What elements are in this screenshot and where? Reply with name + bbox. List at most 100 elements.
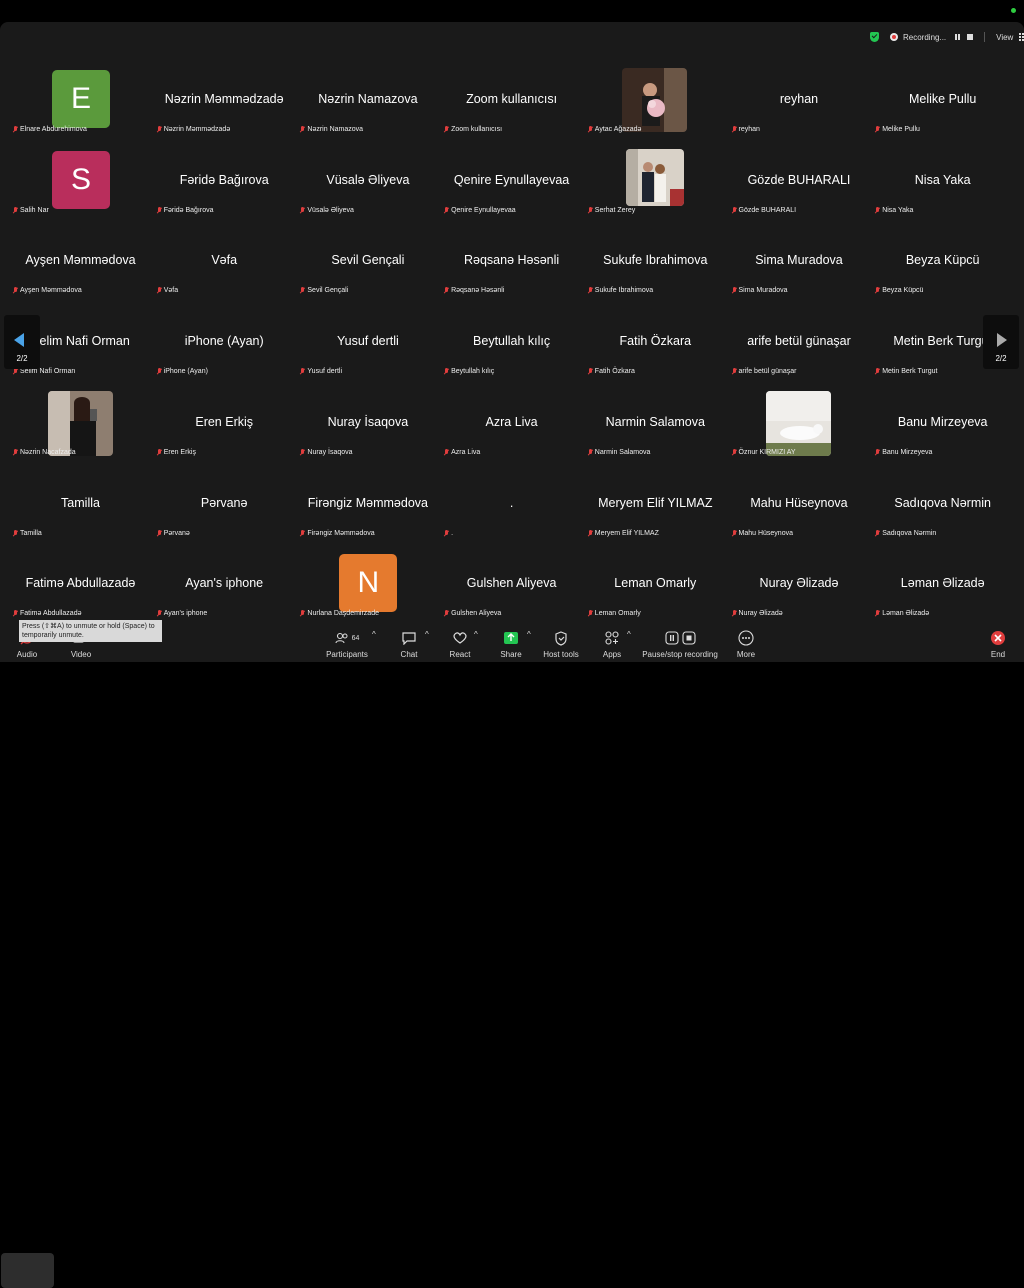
- stop-recording-icon[interactable]: [967, 34, 974, 40]
- participant-display-name: Banu Mirzeyeva: [897, 414, 988, 429]
- microphone-muted-icon: [157, 206, 161, 214]
- participant-tile[interactable]: Serhat Zerey: [584, 141, 727, 221]
- participant-tile[interactable]: N Nurlana Daşdemirzade: [296, 544, 439, 624]
- participant-name-label: Melike Pullu: [882, 126, 920, 133]
- participant-tile[interactable]: Nuray Əlizadə Nuray Əlizadə: [728, 544, 871, 624]
- participant-tile[interactable]: Pərvanə Pərvanə: [153, 464, 296, 544]
- participant-name-tag: Fəridə Bağırova: [157, 206, 214, 214]
- participant-tile[interactable]: ..: [440, 464, 583, 544]
- participant-tile[interactable]: Aytac Ağazadə: [584, 60, 727, 140]
- end-button[interactable]: End: [986, 630, 1010, 659]
- participant-tile[interactable]: arife betül günaşar arife betül günaşar: [728, 302, 871, 382]
- participant-tile[interactable]: Sevil Gençali Sevil Gençali: [296, 221, 439, 301]
- participant-tile[interactable]: Fatih Özkara Fatih Özkara: [584, 302, 727, 382]
- participants-icon: [335, 632, 348, 644]
- participant-tile[interactable]: Melike Pullu Melike Pullu: [871, 60, 1014, 140]
- participant-name-tag: Nurlana Daşdemirzade: [300, 610, 379, 617]
- avatar: N: [339, 554, 398, 613]
- microphone-muted-icon: [13, 529, 17, 537]
- react-button[interactable]: React: [446, 630, 474, 659]
- participant-name-tag: Ayan's iphone: [157, 610, 207, 617]
- participant-tile[interactable]: Nəzrin Məmmədzadə Nəzrin Məmmədzadə: [153, 60, 296, 140]
- chevron-up-icon[interactable]: ^: [527, 630, 531, 639]
- participant-name-label: Firəngiz Məmmədova: [307, 529, 375, 537]
- share-button[interactable]: Share: [497, 630, 525, 659]
- participant-tile[interactable]: Azra Liva Azra Liva: [440, 383, 583, 463]
- participants-button[interactable]: 64 Participants: [322, 630, 372, 659]
- participant-display-name: Meryem Elif YILMAZ: [598, 495, 713, 510]
- participant-tile[interactable]: Sima Muradova Sima Muradova: [728, 221, 871, 301]
- participant-tile[interactable]: Fatimə Abdullazadə Fatimə Abdullazadə: [9, 544, 152, 624]
- participant-name-label: arife betül günaşar: [738, 368, 797, 376]
- participant-tile[interactable]: Eren Erkiş Eren Erkiş: [153, 383, 296, 463]
- participant-tile[interactable]: Narmin Salamova Narmin Salamova: [584, 383, 727, 463]
- chat-button[interactable]: Chat: [395, 630, 423, 659]
- participant-tile[interactable]: Firəngiz Məmmədova Firəngiz Məmmədova: [296, 464, 439, 544]
- page-indicator: 2/2: [995, 354, 1007, 363]
- participant-tile[interactable]: Nəzrin Nacafzada: [9, 383, 152, 463]
- participant-tile[interactable]: Fəridə Bağırova Fəridə Bağırova: [153, 141, 296, 221]
- chevron-up-icon[interactable]: ^: [372, 630, 376, 639]
- participant-tile[interactable]: Tamilla Tamilla: [9, 464, 152, 544]
- pause-recording-icon[interactable]: [955, 34, 961, 40]
- participant-name-tag: Qenire Eynullayevaa: [444, 206, 516, 214]
- participant-tile[interactable]: E Elnare Abdurehimova: [9, 60, 152, 140]
- chevron-up-icon[interactable]: ^: [474, 630, 478, 639]
- participant-tile[interactable]: Nəzrin Namazova Nəzrin Namazova: [296, 60, 439, 140]
- participant-tile[interactable]: Sukufe Ibrahimova Sukufe Ibrahimova: [584, 221, 727, 301]
- participant-display-name: Melike Pullu: [908, 92, 977, 106]
- participant-tile[interactable]: reyhan reyhan: [728, 60, 871, 140]
- participant-tile[interactable]: Beyza Küpcü Beyza Küpcü: [871, 221, 1014, 301]
- participant-name-label: Selim Nafi Orman: [20, 368, 76, 376]
- participant-name-tag: Fatimə Abdullazadə: [13, 610, 81, 617]
- participant-tile[interactable]: Nisa Yaka Nisa Yaka: [871, 141, 1014, 221]
- avatar-photo: [765, 390, 831, 456]
- microphone-muted-icon: [732, 529, 736, 537]
- participant-tile[interactable]: Ayşen Məmmədova Ayşen Məmmədova: [9, 221, 152, 301]
- next-page-button[interactable]: 2/2: [983, 315, 1019, 369]
- view-button[interactable]: View: [996, 33, 1024, 42]
- participant-name-tag: .: [444, 529, 453, 537]
- chevron-up-icon[interactable]: ^: [627, 630, 631, 639]
- participant-display-name: Ayan's iphone: [185, 576, 264, 591]
- participant-tile[interactable]: Qenire Eynullayevaa Qenire Eynullayevaa: [440, 141, 583, 221]
- participant-name-tag: Tamilla: [13, 529, 42, 537]
- microphone-muted-icon: [588, 287, 592, 294]
- participant-tile[interactable]: Gözde BUHARALI Gözde BUHARALI: [728, 141, 871, 221]
- participant-display-name: Eren Erkiş: [195, 414, 254, 429]
- participant-tile[interactable]: Beytullah kılıç Beytullah kılıç: [440, 302, 583, 382]
- participant-tile[interactable]: Vüsalə Əliyeva Vüsalə Əliyeva: [296, 141, 439, 221]
- security-shield-icon[interactable]: [870, 32, 879, 42]
- participant-tile[interactable]: iPhone (Ayan) iPhone (Ayan): [153, 302, 296, 382]
- participant-tile[interactable]: S Salih Nar: [9, 141, 152, 221]
- participant-tile[interactable]: Ləman Əlizadə Ləman Əlizadə: [871, 544, 1014, 624]
- apps-icon: [598, 630, 626, 646]
- participant-tile[interactable]: Sadıqova Nərmin Sadıqova Nərmin: [871, 464, 1014, 544]
- participant-tile[interactable]: Banu Mirzeyeva Banu Mirzeyeva: [871, 383, 1014, 463]
- participant-tile[interactable]: Nuray İsaqova Nuray İsaqova: [296, 383, 439, 463]
- participant-tile[interactable]: Öznur KIRMIZI AY: [728, 383, 871, 463]
- participant-tile[interactable]: Mahu Hüseynova Mahu Hüseynova: [728, 464, 871, 544]
- participant-name-tag: Mahu Hüseynova: [732, 529, 793, 537]
- host-tools-button[interactable]: Host tools: [540, 630, 582, 659]
- unmute-tooltip: Press (⇧⌘A) to unmute or hold (Space) to…: [19, 620, 162, 642]
- participant-tile[interactable]: Ayan's iphone Ayan's iphone: [153, 544, 296, 624]
- participant-tile[interactable]: Vəfa Vəfa: [153, 221, 296, 301]
- participant-tile[interactable]: Zoom kullanıcısı Zoom kullanıcısı: [440, 60, 583, 140]
- participant-tile[interactable]: Gulshen Aliyeva Gulshen Aliyeva: [440, 544, 583, 624]
- more-button[interactable]: More: [732, 630, 760, 659]
- participant-name-label: Nəzrin Məmmədzadə: [163, 126, 231, 133]
- participant-tile[interactable]: Meryem Elif YILMAZ Meryem Elif YILMAZ: [584, 464, 727, 544]
- microphone-muted-icon: [588, 610, 592, 617]
- participant-tile[interactable]: Yusuf dertli Yusuf dertli: [296, 302, 439, 382]
- participant-tile[interactable]: Rəqsanə Həsənli Rəqsanə Həsənli: [440, 221, 583, 301]
- participant-name-tag: Gözde BUHARALI: [732, 206, 796, 214]
- microphone-muted-icon: [875, 610, 880, 617]
- divider: [984, 32, 986, 42]
- previous-page-button[interactable]: 2/2: [4, 315, 40, 369]
- chevron-up-icon[interactable]: ^: [425, 630, 429, 639]
- participant-display-name: Ləman Əlizadə: [900, 576, 985, 591]
- pause-stop-recording-button[interactable]: Pause/stop recording: [640, 630, 720, 659]
- apps-button[interactable]: Apps: [598, 630, 626, 659]
- participant-tile[interactable]: Leman Omarly Leman Omarly: [584, 544, 727, 624]
